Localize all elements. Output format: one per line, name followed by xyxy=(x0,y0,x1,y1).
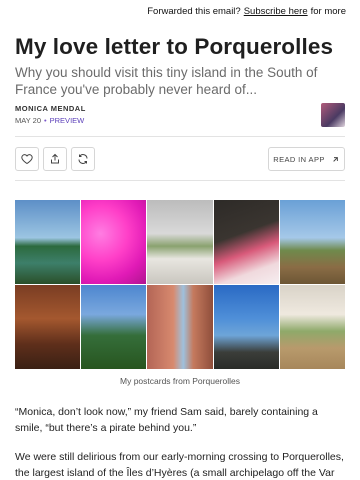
photo-tasting-menu xyxy=(213,200,279,284)
author-name[interactable]: MONICA MENDAL xyxy=(15,104,86,113)
divider-top xyxy=(15,136,345,137)
share-icon xyxy=(51,153,59,164)
photo-caption: My postcards from Porquerolles xyxy=(120,376,240,386)
restack-icon xyxy=(78,154,88,164)
forwarded-suffix: for more xyxy=(310,5,346,17)
subscribe-link[interactable]: Subscribe here xyxy=(244,6,308,17)
post-subtitle: Why you should visit this tiny island in… xyxy=(15,65,318,97)
photo-forest-path xyxy=(81,285,147,369)
photo-wooden-interior xyxy=(15,285,81,369)
photo-terrace xyxy=(147,200,213,284)
forwarded-banner: Forwarded this email? Subscribe here for… xyxy=(0,0,360,22)
photo-pink-room xyxy=(81,200,147,284)
forwarded-text: Forwarded this email? xyxy=(147,5,241,17)
divider-bottom xyxy=(15,180,345,181)
author-avatar[interactable] xyxy=(321,103,345,127)
body-paragraph-1: “Monica, don’t look now,” my friend Sam … xyxy=(15,406,318,434)
photo-beach-bay xyxy=(213,285,279,369)
read-in-app-button[interactable]: READ IN APP xyxy=(268,147,345,171)
photo-pink-houses xyxy=(147,285,213,369)
restack-button[interactable] xyxy=(71,147,95,171)
arrow-up-right-icon xyxy=(333,156,338,162)
post-title: My love letter to Porquerolles xyxy=(15,34,334,59)
meta-separator: • xyxy=(44,116,47,125)
post-meta: MAY 20 • PREVIEW xyxy=(15,116,84,125)
photo-island-coast xyxy=(15,200,81,284)
share-button[interactable] xyxy=(43,147,67,171)
like-button[interactable] xyxy=(15,147,39,171)
read-in-app-label: READ IN APP xyxy=(273,154,325,164)
photo-vineyard xyxy=(279,200,345,284)
photo-collage[interactable] xyxy=(15,200,345,369)
body-paragraph-2: We were still delirious from our early-m… xyxy=(15,451,344,479)
photo-gallery-hall xyxy=(279,285,345,369)
preview-label: PREVIEW xyxy=(49,116,85,125)
heart-icon xyxy=(21,154,33,165)
post-date: MAY 20 xyxy=(15,116,41,125)
